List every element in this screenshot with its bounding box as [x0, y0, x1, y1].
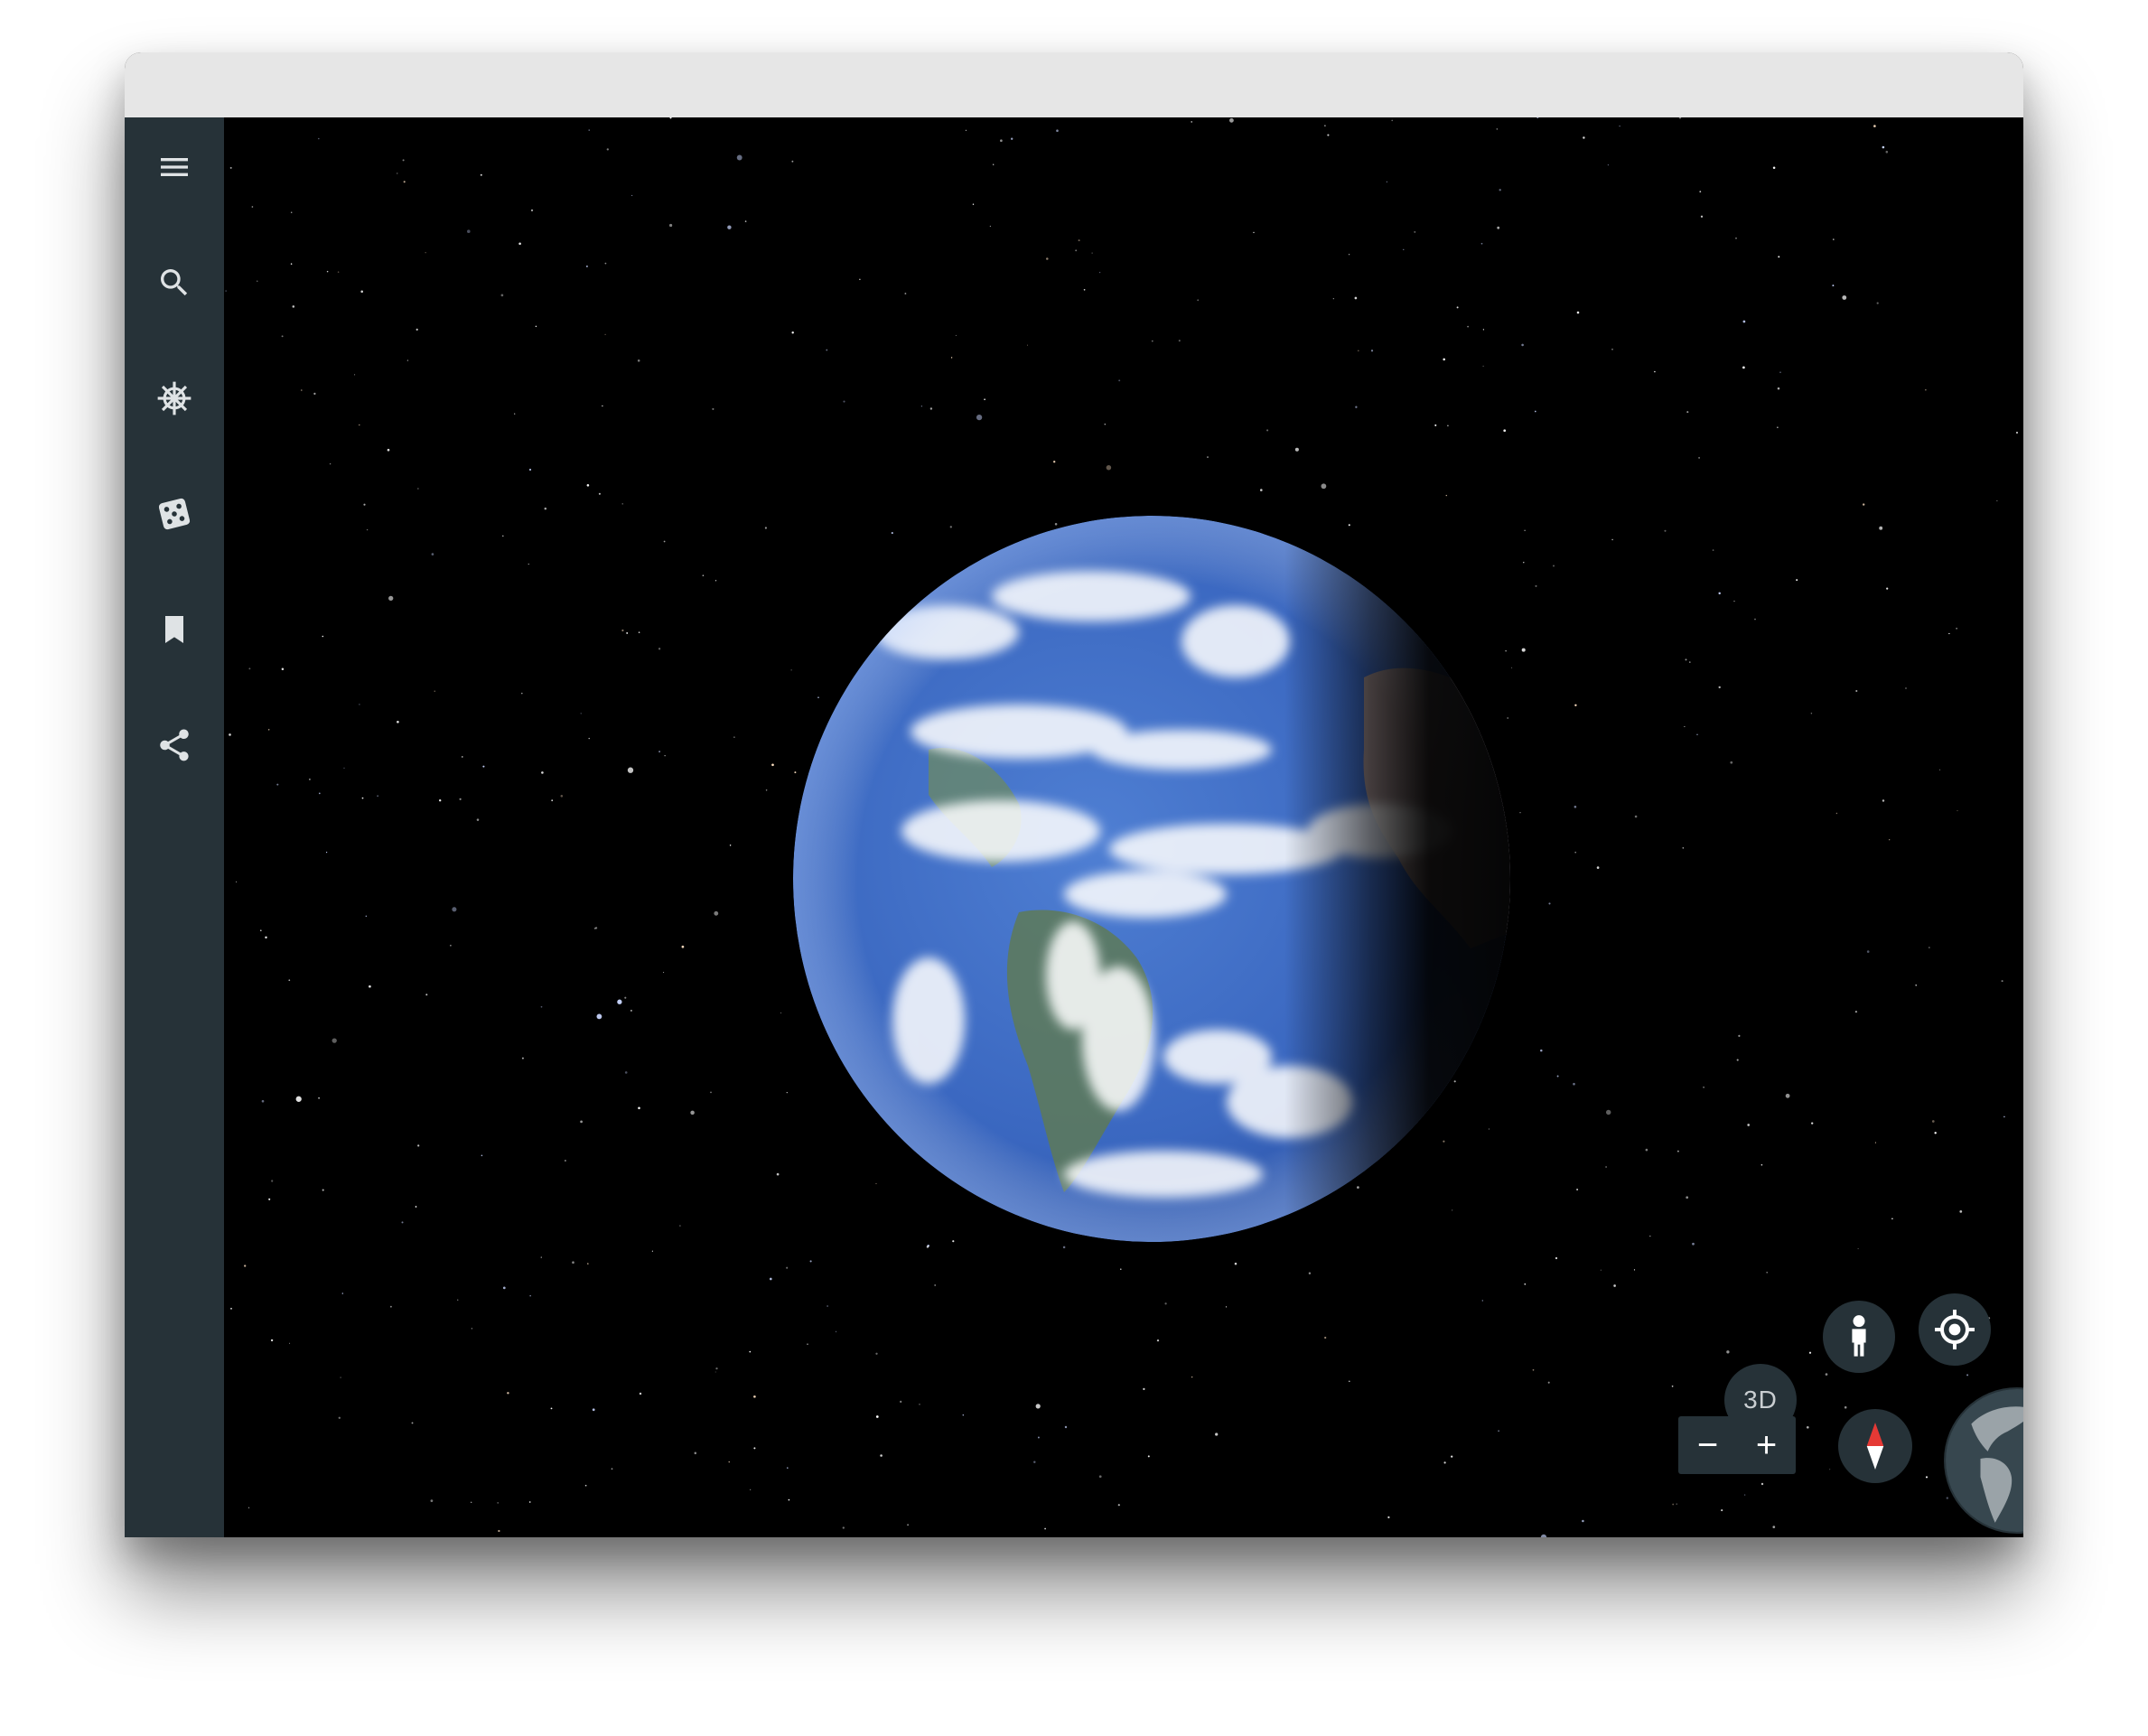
search-button[interactable]: [143, 251, 206, 314]
app-window: 3D − +: [125, 52, 2023, 1537]
zoom-out-button[interactable]: −: [1678, 1416, 1737, 1474]
toggle-3d-label: 3D: [1743, 1386, 1778, 1414]
share-button[interactable]: [143, 714, 206, 777]
bookmark-icon: [165, 616, 183, 643]
voyager-button[interactable]: [143, 367, 206, 430]
mini-globe-icon: [1946, 1389, 2023, 1532]
globe-viewport[interactable]: 3D − +: [224, 117, 2023, 1537]
zoom-out-label: −: [1696, 1425, 1719, 1465]
zoom-in-button[interactable]: +: [1737, 1416, 1796, 1474]
mini-globe-button[interactable]: [1944, 1387, 2023, 1534]
my-location-button[interactable]: [1919, 1293, 1991, 1366]
my-location-icon: [1935, 1310, 1975, 1349]
ship-wheel-icon: [157, 381, 191, 415]
dice-icon: [158, 498, 191, 530]
street-view-button[interactable]: [1823, 1301, 1895, 1373]
menu-button[interactable]: [143, 135, 206, 199]
compass-button[interactable]: [1838, 1409, 1912, 1483]
menu-icon: [161, 158, 188, 176]
projects-button[interactable]: [143, 598, 206, 661]
search-icon: [161, 269, 188, 296]
zoom-control: − +: [1678, 1416, 1796, 1474]
compass-icon: [1866, 1423, 1884, 1470]
pegman-icon: [1852, 1315, 1866, 1357]
share-icon: [160, 729, 189, 761]
earth-globe[interactable]: [224, 117, 2023, 1537]
feeling-lucky-button[interactable]: [143, 482, 206, 546]
sidebar: [125, 117, 224, 1537]
zoom-in-label: +: [1755, 1425, 1778, 1465]
window-titlebar: [125, 52, 2023, 117]
